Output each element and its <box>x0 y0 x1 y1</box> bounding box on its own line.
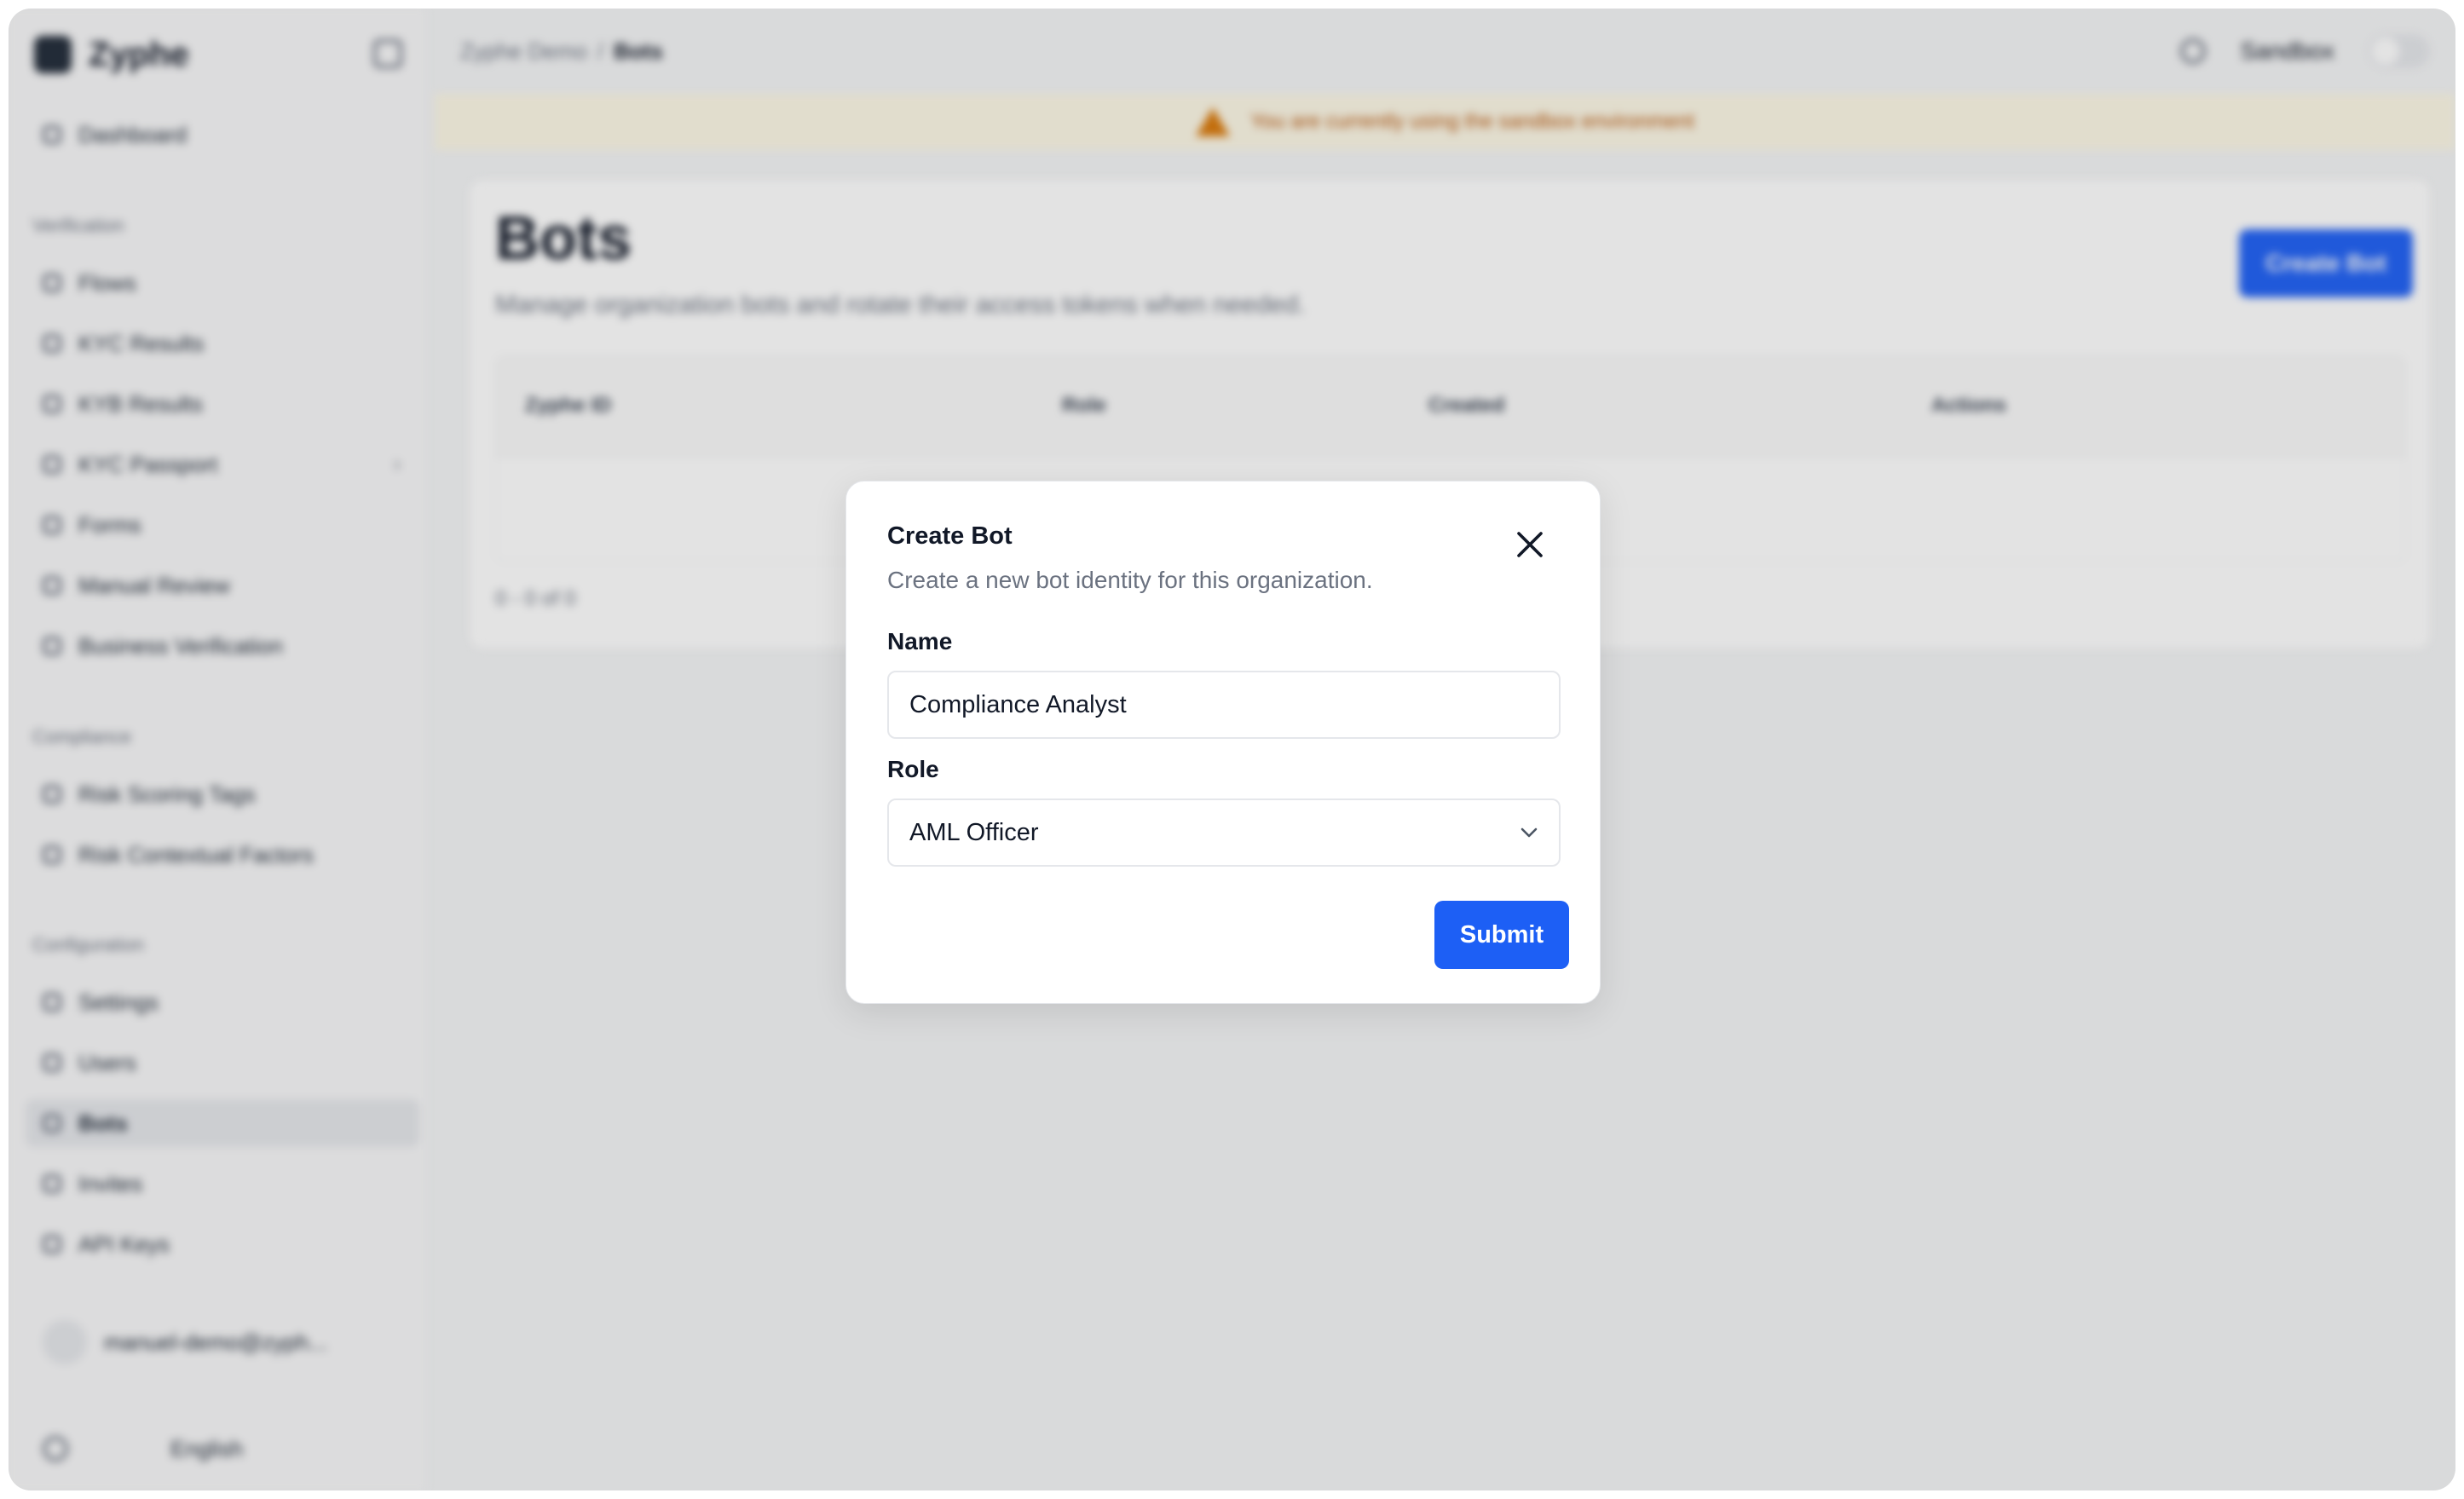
dialog-description: Create a new bot identity for this organ… <box>887 567 1373 593</box>
submit-button[interactable]: Submit <box>1434 901 1569 969</box>
create-bot-dialog: Create Bot Create a new bot identity for… <box>845 481 1601 1004</box>
dialog-title: Create Bot <box>887 522 1013 550</box>
name-input[interactable] <box>887 671 1561 739</box>
role-label: Role <box>887 756 939 782</box>
role-select-value: AML Officer <box>909 818 1039 846</box>
chevron-down-icon <box>1521 827 1538 838</box>
close-button[interactable] <box>1508 522 1552 567</box>
role-select[interactable]: AML Officer <box>887 799 1561 867</box>
close-icon <box>1517 532 1543 557</box>
name-label: Name <box>887 628 953 654</box>
